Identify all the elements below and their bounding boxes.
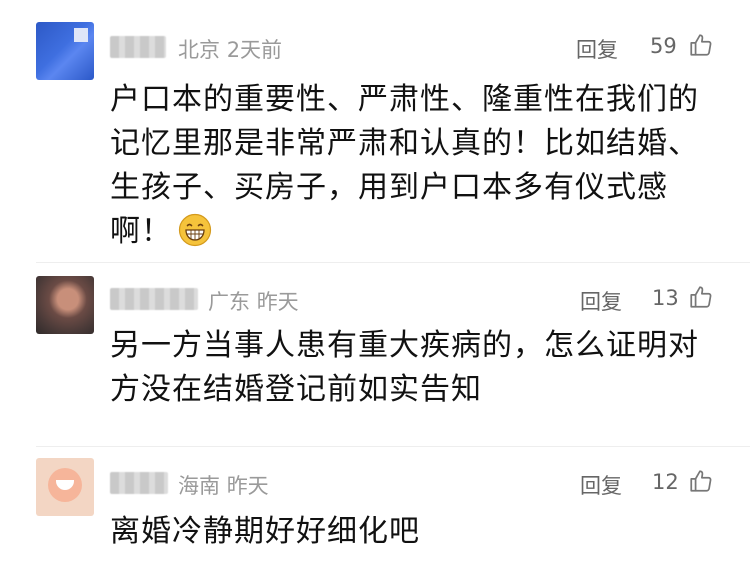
avatar[interactable] (36, 22, 94, 80)
username-blurred[interactable] (110, 36, 166, 58)
like-count: 59 (650, 34, 677, 58)
comment-location: 北京 (178, 38, 220, 62)
username-blurred[interactable] (110, 288, 198, 310)
reply-button[interactable]: 回复 (580, 286, 622, 316)
thumbs-up-icon[interactable] (688, 468, 714, 494)
reply-button[interactable]: 回复 (576, 34, 618, 64)
comment-body: 另一方当事人患有重大疾病的，怎么证明对方没在结婚登记前如实告知 (110, 328, 699, 407)
reply-button[interactable]: 回复 (580, 470, 622, 500)
grinning-face-icon (178, 213, 212, 247)
username-blurred[interactable] (110, 472, 168, 494)
comment-text: 户口本的重要性、严肃性、隆重性在我们的记忆里那是非常严肃和认真的！比如结婚、生孩… (110, 78, 720, 254)
avatar[interactable] (36, 458, 94, 516)
comment-item: 北京 2天前 回复 59 户口本的重要性、严肃性、隆重性在我们的记忆里那是非常严… (0, 0, 750, 250)
comment-time: 昨天 (256, 290, 299, 314)
comment-meta: 广东 昨天 (208, 286, 299, 316)
comment-text: 离婚冷静期好好细化吧 (110, 510, 720, 554)
comment-meta: 北京 2天前 (178, 34, 282, 64)
comment-location: 海南 (178, 474, 220, 498)
avatar[interactable] (36, 276, 94, 334)
comment-text: 另一方当事人患有重大疾病的，怎么证明对方没在结婚登记前如实告知 (110, 324, 720, 412)
comment-time: 昨天 (226, 474, 269, 498)
comment-item: 海南 昨天 回复 12 离婚冷静期好好细化吧 (0, 446, 750, 581)
thumbs-up-icon[interactable] (688, 32, 714, 58)
thumbs-up-icon[interactable] (688, 284, 714, 310)
comment-meta: 海南 昨天 (178, 470, 269, 500)
comment-item: 广东 昨天 回复 13 另一方当事人患有重大疾病的，怎么证明对方没在结婚登记前如… (0, 262, 750, 432)
like-count: 13 (652, 286, 679, 310)
comment-time: 2天前 (226, 38, 283, 62)
comment-location: 广东 (208, 290, 250, 314)
like-count: 12 (652, 470, 679, 494)
comment-body: 离婚冷静期好好细化吧 (110, 514, 420, 549)
